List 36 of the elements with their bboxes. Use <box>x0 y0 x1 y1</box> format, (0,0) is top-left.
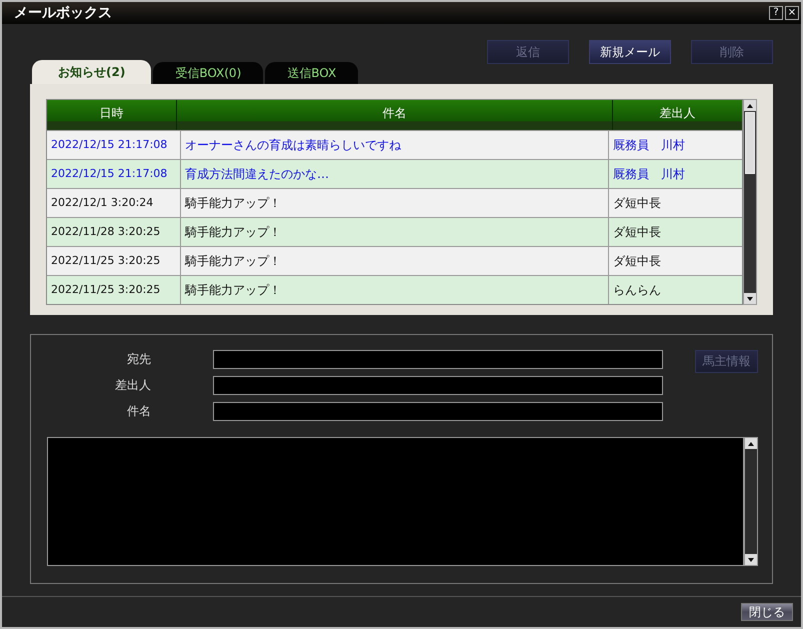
scroll-up-icon[interactable] <box>747 104 753 108</box>
table-row[interactable]: 2022/11/25 3:20:25 騎手能力アップ！ ダ短中長 <box>47 246 742 275</box>
tab[interactable]: 受信BOX(0) <box>153 62 264 84</box>
table-cell-text: ダ短中長 <box>612 224 662 241</box>
scrollbar[interactable] <box>744 437 758 566</box>
field-label: 差出人 <box>114 377 151 394</box>
field-label: 宛先 <box>126 351 151 368</box>
table-cell-text: ダ短中長 <box>612 195 662 212</box>
table-cell-text: らんらん <box>612 282 662 299</box>
input-field[interactable] <box>213 376 663 395</box>
table-cell-text: 厩務員 川村 <box>612 137 686 154</box>
table-row[interactable]: 2022/12/1 3:20:24 騎手能力アップ！ ダ短中長 <box>47 188 742 217</box>
scroll-down-icon[interactable] <box>747 296 753 300</box>
table-row[interactable]: 2022/12/15 21:17:08 育成方法間違えたのかな… 厩務員 川村 <box>47 159 742 188</box>
table-row[interactable]: 2022/11/25 3:20:25 騎手能力アップ！ らんらん <box>47 275 742 304</box>
action-button[interactable]: 新規メール <box>589 40 671 64</box>
tab[interactable]: お知らせ(2) <box>32 60 152 84</box>
table-cell: 騎手能力アップ！ <box>181 276 609 304</box>
table-cell-text: 厩務員 川村 <box>612 166 686 183</box>
column-header: 差出人 <box>658 105 696 122</box>
table-cell: 2022/11/25 3:20:25 <box>47 276 181 304</box>
help-button[interactable]: ? <box>769 6 783 20</box>
window-title: メールボックス <box>14 4 112 22</box>
tab[interactable]: 送信BOX <box>265 62 358 84</box>
field-label: 件名 <box>126 403 151 420</box>
close-dialog-button[interactable]: 閉じる <box>741 603 793 621</box>
table-row[interactable]: 2022/11/28 3:20:25 騎手能力アップ！ ダ短中長 <box>47 217 742 246</box>
table-row[interactable]: 2022/12/15 21:17:08 オーナーさんの育成は素晴らしいですね 厩務員 川村 <box>47 130 742 159</box>
close-button[interactable]: × <box>785 6 799 20</box>
scrollbar[interactable] <box>743 99 757 305</box>
input-field[interactable] <box>213 402 663 421</box>
input-field[interactable] <box>213 350 663 369</box>
scroll-thumb[interactable] <box>745 112 755 174</box>
table-cell-text: ダ短中長 <box>612 253 662 270</box>
scroll-up-icon[interactable] <box>748 442 754 446</box>
scroll-down-icon[interactable] <box>748 558 754 562</box>
